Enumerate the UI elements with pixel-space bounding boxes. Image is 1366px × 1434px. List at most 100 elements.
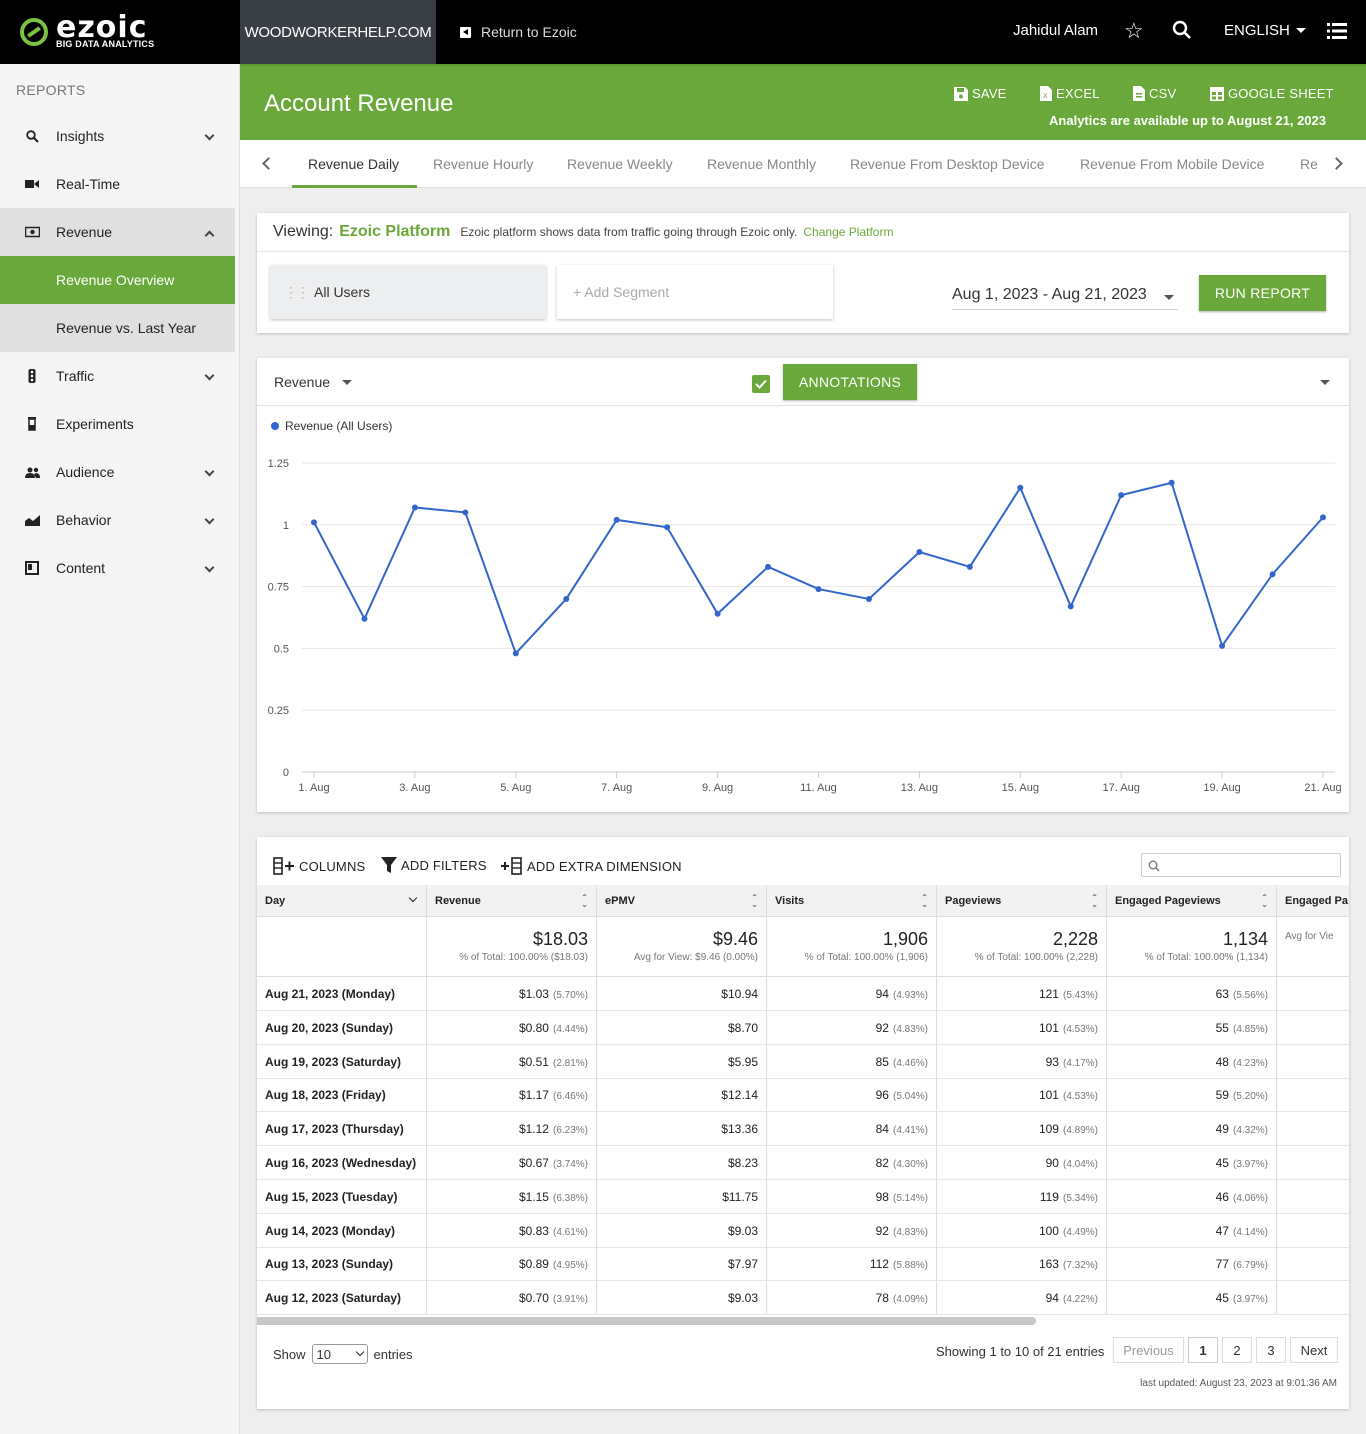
add-segment-button[interactable]: + Add Segment [557,265,833,319]
chevron-down-icon [204,514,215,525]
sort-icon[interactable]: ⌃ ⌄ [1091,894,1098,909]
x-tick-label: 1. Aug [298,782,329,794]
sort-icon[interactable]: ⌃ ⌄ [921,894,928,909]
tab-revenue-mobile[interactable]: Revenue From Mobile Device [1080,156,1264,172]
sort-icon[interactable]: ⌃ ⌄ [581,894,588,909]
run-report-button[interactable]: RUN REPORT [1199,275,1326,311]
menu-list-icon[interactable] [1327,22,1347,44]
column-header[interactable]: Day [257,885,427,917]
data-point[interactable] [714,610,721,617]
people-icon [24,464,40,480]
data-point[interactable] [1320,514,1326,521]
data-point[interactable] [613,516,620,523]
ezoic-logo[interactable]: ezoic BIG DATA ANALYTICS [0,0,240,64]
data-point[interactable] [966,563,973,570]
sidebar-item-real-time[interactable]: Real-Time [0,160,235,208]
data-point[interactable] [512,650,519,657]
data-point[interactable] [1017,484,1024,491]
metric-selector[interactable]: Revenue [274,374,353,390]
sidebar-item-revenue-overview[interactable]: Revenue Overview [0,256,235,304]
data-point[interactable] [815,586,822,593]
tab-revenue-daily[interactable]: Revenue Daily [308,156,399,172]
sidebar-item-revenue[interactable]: Revenue [0,208,235,256]
annotations-button[interactable]: ANNOTATIONS [783,364,917,400]
data-point[interactable] [1269,571,1276,578]
annotations-checkbox[interactable] [752,375,770,393]
sort-icon[interactable]: ⌃ ⌄ [1261,894,1268,909]
cell-value: Aug 19, 2023 (Saturday) [265,1054,402,1069]
search-icon[interactable] [1172,20,1192,44]
page-3-button[interactable]: 3 [1256,1337,1286,1363]
data-point[interactable] [311,519,317,526]
add-filters-button[interactable]: ADD FILTERS [381,857,487,873]
cell-value: 93 [1045,1054,1059,1069]
drag-handle-icon[interactable]: ⋮⋮ [284,284,310,301]
sidebar-item-audience[interactable]: Audience [0,448,235,496]
column-header[interactable]: Engaged Pageviews ⌃ ⌄ [1107,885,1277,917]
data-point[interactable] [916,548,923,555]
sidebar-item-revenue-vs-last-year[interactable]: Revenue vs. Last Year [0,304,235,352]
chevron-down-icon[interactable] [408,893,418,903]
sidebar-item-insights[interactable]: Insights [0,112,235,160]
segment-all-users[interactable]: ⋮⋮ All Users [270,265,546,319]
google-sheet-button[interactable]: GOOGLE SHEET [1210,86,1334,101]
column-header-label: Engaged Pa [1285,895,1348,907]
page-1-button[interactable]: 1 [1188,1337,1218,1363]
percent-of-total: (4.53%) [1062,1023,1098,1035]
data-point[interactable] [411,504,418,511]
tabs-scroll-left-icon[interactable] [262,157,275,170]
column-header[interactable]: ePMV ⌃ ⌄ [597,885,767,917]
chart-collapse-icon[interactable] [1320,380,1330,385]
site-selector[interactable]: WOODWORKERHELP.COM [240,0,436,64]
excel-button[interactable]: X EXCEL [1040,86,1100,101]
data-point[interactable] [361,615,368,622]
data-point[interactable] [865,595,872,602]
tabs-scroll-right-icon[interactable] [1330,157,1343,170]
horizontal-scrollbar[interactable] [257,1317,1036,1325]
previous-page-button[interactable]: Previous [1113,1337,1184,1363]
sidebar-item-behavior[interactable]: Behavior [0,496,235,544]
table-search-input[interactable] [1141,853,1341,877]
sort-icon[interactable]: ⌃ ⌄ [751,894,758,909]
column-header[interactable]: Visits ⌃ ⌄ [767,885,937,917]
data-point[interactable] [1118,492,1125,499]
language-selector[interactable]: ENGLISH [1224,22,1306,39]
column-header[interactable]: Revenue ⌃ ⌄ [427,885,597,917]
data-point[interactable] [765,563,772,570]
legend-label[interactable]: Revenue (All Users) [285,419,392,433]
sidebar-item-traffic[interactable]: Traffic [0,352,235,400]
table-cell: $8.23 [597,1146,767,1180]
page-2-button[interactable]: 2 [1222,1337,1252,1363]
data-point[interactable] [664,524,671,531]
user-name[interactable]: Jahidul Alam [1013,22,1098,39]
logo-tagline: BIG DATA ANALYTICS [56,39,155,49]
add-dimension-button[interactable]: ADD EXTRA DIMENSION [501,857,682,875]
data-point[interactable] [1219,642,1226,649]
tab-revenue-monthly[interactable]: Revenue Monthly [707,156,816,172]
data-point[interactable] [563,595,570,602]
entries-select[interactable]: 10 [311,1344,368,1364]
data-point[interactable] [1168,479,1175,486]
column-header[interactable]: Engaged Pa [1277,885,1349,917]
change-platform-link[interactable]: Change Platform [803,225,893,239]
total-subtext: Avg for View: $9.46 (0.00%) [633,952,758,963]
star-icon[interactable]: ☆ [1124,20,1144,42]
tab-revenue-weekly[interactable]: Revenue Weekly [567,156,673,172]
sidebar-item-content[interactable]: Content [0,544,235,592]
tab-truncated[interactable]: Re [1300,156,1320,172]
data-point[interactable] [1067,603,1074,610]
date-range-picker[interactable]: Aug 1, 2023 - Aug 21, 2023 [952,286,1178,310]
tab-revenue-hourly[interactable]: Revenue Hourly [433,156,533,172]
return-to-ezoic-link[interactable]: Return to Ezoic [460,0,577,64]
column-header[interactable]: Pageviews ⌃ ⌄ [937,885,1107,917]
csv-file-icon [1133,86,1145,101]
columns-button[interactable]: COLUMNS [273,857,365,875]
save-button[interactable]: SAVE [954,86,1007,101]
tab-revenue-desktop[interactable]: Revenue From Desktop Device [850,156,1045,172]
csv-button[interactable]: CSV [1133,86,1176,101]
sidebar-item-experiments[interactable]: Experiments [0,400,235,448]
percent-of-total: (5.20%) [1232,1091,1268,1103]
next-page-button[interactable]: Next [1290,1337,1338,1363]
data-point[interactable] [462,509,469,516]
percent-of-total: (5.70%) [552,990,588,1001]
